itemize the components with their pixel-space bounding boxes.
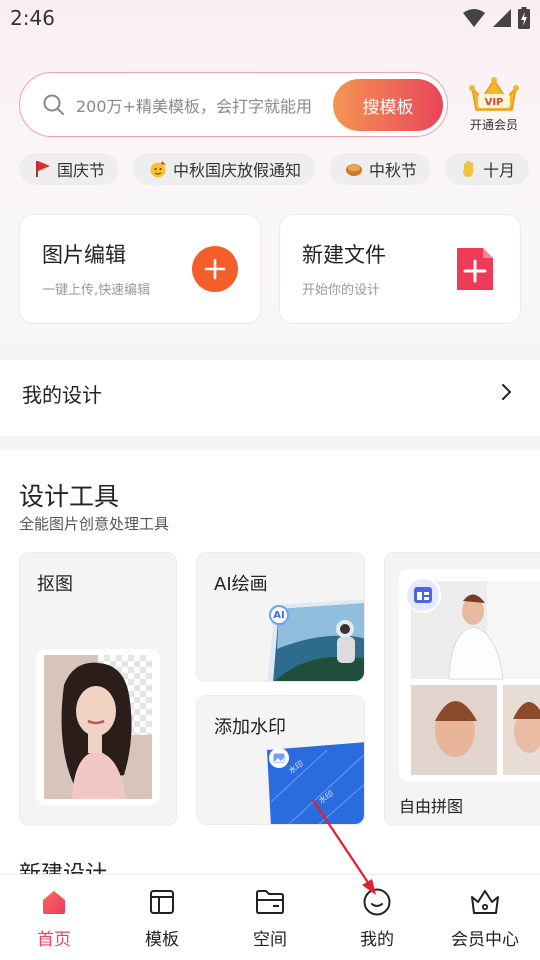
tool-ai-paint-label: AI绘画 bbox=[214, 574, 268, 595]
status-icons bbox=[462, 7, 530, 29]
chevron-right-icon bbox=[502, 384, 512, 400]
tool-watermark-label: 添加水印 bbox=[214, 717, 286, 738]
hand-icon bbox=[463, 160, 474, 177]
party-face-icon bbox=[150, 161, 167, 178]
nav-home-label: 首页 bbox=[37, 930, 71, 950]
collage-layout-icon bbox=[405, 577, 441, 613]
nav-mine[interactable]: 我的 bbox=[327, 885, 427, 955]
nav-space-label: 空间 bbox=[253, 930, 287, 950]
nav-mine-label: 我的 bbox=[360, 930, 394, 950]
profile-face-icon bbox=[363, 888, 391, 916]
design-tools-section: 设计工具 全能图片创意处理工具 抠图 AI绘画 AI 添加水印 水印 水印 自由… bbox=[0, 450, 540, 880]
chip-mid-autumn[interactable]: 中秋节 bbox=[329, 153, 432, 185]
image-edit-title: 图片编辑 bbox=[42, 243, 126, 267]
image-edit-plus-button[interactable] bbox=[192, 246, 238, 292]
chip-label: 国庆节 bbox=[57, 161, 106, 180]
search-input[interactable]: 200万+精美模板，会打字就能用 bbox=[76, 93, 312, 117]
chip-label: 十月 bbox=[483, 161, 516, 180]
search-icon bbox=[43, 94, 64, 115]
tool-watermark[interactable]: 添加水印 水印 水印 bbox=[196, 695, 365, 825]
cutout-preview-frame bbox=[36, 649, 160, 805]
tool-ai-paint[interactable]: AI绘画 AI bbox=[196, 552, 365, 682]
nav-templates[interactable]: 模板 bbox=[112, 885, 212, 955]
red-flag-icon bbox=[36, 161, 50, 177]
plus-icon bbox=[204, 258, 226, 280]
member-crown-basket-icon bbox=[471, 890, 499, 914]
wifi-icon bbox=[463, 9, 485, 27]
ai-badge: AI bbox=[269, 605, 289, 625]
nav-member-label: 会员中心 bbox=[451, 930, 519, 950]
image-edit-card[interactable]: 图片编辑 一键上传,快速编辑 bbox=[19, 214, 261, 324]
chip-october[interactable]: 十月 bbox=[445, 153, 530, 185]
nav-member-center[interactable]: 会员中心 bbox=[435, 885, 535, 955]
battery-charging-icon bbox=[518, 7, 530, 29]
search-bar[interactable]: 200万+精美模板，会打字就能用 搜模板 bbox=[19, 72, 448, 137]
collage-preview-frame bbox=[399, 569, 540, 781]
nav-space[interactable]: 空间 bbox=[220, 885, 320, 955]
status-time: 2:46 bbox=[10, 6, 55, 30]
my-design-label: 我的设计 bbox=[22, 383, 102, 407]
vip-entry[interactable]: VIP 开通会员 bbox=[462, 76, 526, 136]
chip-holiday-notice[interactable]: 中秋国庆放假通知 bbox=[133, 153, 316, 185]
home-icon bbox=[43, 891, 65, 914]
design-tools-title: 设计工具 bbox=[19, 482, 120, 511]
new-file-card[interactable]: 新建文件 开始你的设计 bbox=[279, 214, 521, 324]
new-document-icon[interactable] bbox=[455, 246, 495, 292]
chip-national-day[interactable]: 国庆节 bbox=[19, 153, 120, 185]
image-badge-icon bbox=[269, 748, 289, 768]
cell-signal-icon bbox=[493, 9, 511, 27]
tool-collage[interactable]: 自由拼图 bbox=[384, 552, 540, 826]
search-template-button[interactable]: 搜模板 bbox=[333, 79, 443, 131]
tool-collage-label: 自由拼图 bbox=[399, 797, 464, 816]
chip-label: 中秋节 bbox=[369, 161, 418, 180]
portrait-woman-image bbox=[44, 655, 152, 799]
chip-label: 中秋国庆放假通知 bbox=[173, 161, 302, 180]
nav-templates-label: 模板 bbox=[145, 930, 179, 950]
vip-crown-icon: VIP bbox=[469, 77, 519, 111]
tool-cutout[interactable]: 抠图 bbox=[19, 552, 177, 826]
my-design-row[interactable]: 我的设计 bbox=[0, 360, 540, 436]
bottom-navigation: 首页 模板 空间 我的 会员中心 bbox=[0, 874, 540, 960]
folder-icon bbox=[256, 890, 284, 914]
status-bar: 2:46 bbox=[0, 0, 540, 36]
tool-cutout-label: 抠图 bbox=[37, 574, 73, 595]
template-icon bbox=[150, 890, 174, 914]
nav-home[interactable]: 首页 bbox=[4, 885, 104, 955]
hot-tags-row: 国庆节 中秋国庆放假通知 中秋节 十月 bbox=[19, 153, 530, 185]
new-file-title: 新建文件 bbox=[302, 243, 386, 267]
design-tools-subtitle: 全能图片创意处理工具 bbox=[19, 515, 170, 533]
new-file-subtitle: 开始你的设计 bbox=[302, 283, 381, 298]
image-edit-subtitle: 一键上传,快速编辑 bbox=[42, 283, 151, 298]
vip-label: 开通会员 bbox=[469, 118, 518, 132]
mooncake-icon bbox=[346, 164, 363, 176]
vip-badge-text: VIP bbox=[485, 97, 504, 108]
